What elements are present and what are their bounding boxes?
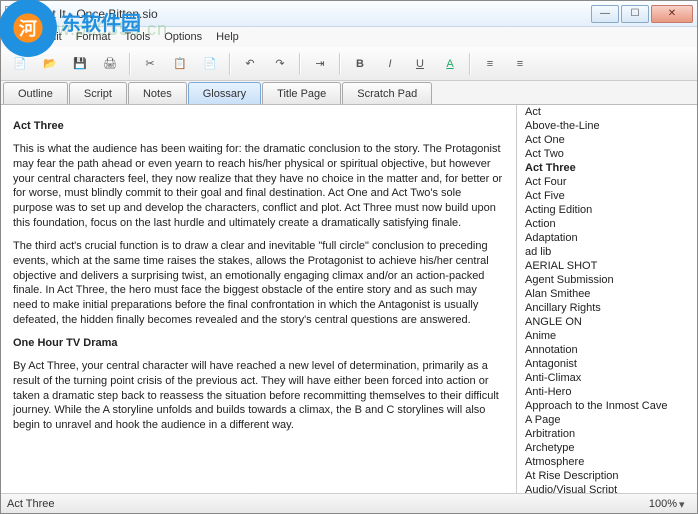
glossary-term[interactable]: Approach to the Inmost Cave	[517, 399, 697, 413]
open-button[interactable]: 📂	[37, 51, 63, 77]
align-center-icon: ≡	[517, 58, 523, 70]
maximize-button[interactable]: ☐	[621, 5, 649, 23]
close-button[interactable]: ✕	[651, 5, 693, 23]
italic-icon: I	[388, 58, 391, 70]
indent-button[interactable]: ⇥	[307, 51, 333, 77]
tab-outline[interactable]: Outline	[3, 82, 68, 104]
glossary-term[interactable]: Above-the-Line	[517, 119, 697, 133]
site-stamp: 河	[0, 0, 57, 57]
glossary-term[interactable]: Archetype	[517, 441, 697, 455]
bold-button[interactable]: B	[347, 51, 373, 77]
glossary-subheading: One Hour TV Drama	[13, 336, 504, 351]
glossary-term-list: ActAbove-the-LineAct OneAct TwoAct Three…	[517, 105, 697, 493]
tab-script[interactable]: Script	[69, 82, 127, 104]
copy-button[interactable]: 📋	[167, 51, 193, 77]
font-color-button[interactable]: A	[437, 51, 463, 77]
italic-button[interactable]: I	[377, 51, 403, 77]
glossary-term[interactable]: Act	[517, 105, 697, 119]
tab-title-page[interactable]: Title Page	[262, 82, 341, 104]
glossary-term[interactable]: Arbitration	[517, 427, 697, 441]
glossary-term[interactable]: Act Five	[517, 189, 697, 203]
font-color-icon: A	[446, 58, 453, 70]
glossary-heading: Act Three	[13, 119, 504, 134]
tabbar: OutlineScriptNotesGlossaryTitle PageScra…	[1, 81, 697, 105]
glossary-term[interactable]: Alan Smithee	[517, 287, 697, 301]
redo-button[interactable]: ↷	[267, 51, 293, 77]
cut-button[interactable]: ✂	[137, 51, 163, 77]
new-doc-icon: 📄	[13, 57, 27, 70]
glossary-term[interactable]: Ancillary Rights	[517, 301, 697, 315]
toolbar-separator	[339, 53, 341, 75]
glossary-term[interactable]: A Page	[517, 413, 697, 427]
undo-button[interactable]: ↶	[237, 51, 263, 77]
glossary-term[interactable]: Anti-Hero	[517, 385, 697, 399]
glossary-term[interactable]: Acting Edition	[517, 203, 697, 217]
save-icon: 💾	[73, 57, 87, 70]
glossary-term[interactable]: Act One	[517, 133, 697, 147]
glossary-paragraph: This is what the audience has been waiti…	[13, 142, 504, 231]
toolbar: 📄 📂 💾 🖨 ✂ 📋 📄 ↶ ↷ ⇥ B I U A ≡ ≡	[1, 47, 697, 81]
print-icon: 🖨	[103, 57, 117, 70]
align-left-button[interactable]: ≡	[477, 51, 503, 77]
glossary-term[interactable]: Adaptation	[517, 231, 697, 245]
glossary-term[interactable]: ANGLE ON	[517, 315, 697, 329]
status-current-term: Act Three	[7, 498, 649, 510]
align-center-button[interactable]: ≡	[507, 51, 533, 77]
toolbar-separator	[229, 53, 231, 75]
toolbar-separator	[469, 53, 471, 75]
zoom-control[interactable]: 100% ▾	[649, 498, 691, 510]
glossary-term[interactable]: Act Two	[517, 147, 697, 161]
toolbar-separator	[129, 53, 131, 75]
redo-icon: ↷	[275, 57, 284, 70]
minimize-button[interactable]: —	[591, 5, 619, 23]
tab-notes[interactable]: Notes	[128, 82, 187, 104]
glossary-term[interactable]: Atmosphere	[517, 455, 697, 469]
glossary-term[interactable]: Anti-Climax	[517, 371, 697, 385]
paste-icon: 📄	[203, 57, 217, 70]
glossary-terms-pane[interactable]: ActAbove-the-LineAct OneAct TwoAct Three…	[517, 105, 697, 493]
zoom-value: 100%	[649, 498, 677, 510]
tab-scratch-pad[interactable]: Scratch Pad	[342, 82, 432, 104]
glossary-term[interactable]: Annotation	[517, 343, 697, 357]
indent-icon: ⇥	[315, 57, 324, 70]
glossary-definition-pane[interactable]: Act Three This is what the audience has …	[1, 105, 517, 493]
glossary-term[interactable]: Agent Submission	[517, 273, 697, 287]
content-area: Act Three This is what the audience has …	[1, 105, 697, 493]
undo-icon: ↶	[245, 57, 254, 70]
glossary-paragraph: The third act's crucial function is to d…	[13, 239, 504, 328]
toolbar-separator	[299, 53, 301, 75]
glossary-term[interactable]: Action	[517, 217, 697, 231]
align-left-icon: ≡	[487, 58, 493, 70]
glossary-term[interactable]: Anime	[517, 329, 697, 343]
site-stamp-text: 东软件园	[61, 7, 141, 36]
menu-help[interactable]: Help	[210, 29, 245, 45]
open-icon: 📂	[43, 57, 57, 70]
glossary-term[interactable]: Act Three	[517, 161, 697, 175]
glossary-term[interactable]: AERIAL SHOT	[517, 259, 697, 273]
tab-glossary[interactable]: Glossary	[188, 82, 261, 104]
zoom-dropdown-icon[interactable]: ▾	[679, 498, 691, 510]
print-button[interactable]: 🖨	[97, 51, 123, 77]
glossary-term[interactable]: ad lib	[517, 245, 697, 259]
glossary-term[interactable]: Audio/Visual Script	[517, 483, 697, 493]
save-button[interactable]: 💾	[67, 51, 93, 77]
copy-icon: 📋	[173, 57, 187, 70]
underline-button[interactable]: U	[407, 51, 433, 77]
paste-button[interactable]: 📄	[197, 51, 223, 77]
menu-options[interactable]: Options	[158, 29, 208, 45]
glossary-term[interactable]: Antagonist	[517, 357, 697, 371]
glossary-term[interactable]: At Rise Description	[517, 469, 697, 483]
cut-icon: ✂	[145, 57, 154, 70]
underline-icon: U	[416, 58, 424, 70]
bold-icon: B	[356, 58, 364, 70]
glossary-term[interactable]: Act Four	[517, 175, 697, 189]
glossary-paragraph: By Act Three, your central character wil…	[13, 359, 504, 433]
statusbar: Act Three 100% ▾	[1, 493, 697, 513]
